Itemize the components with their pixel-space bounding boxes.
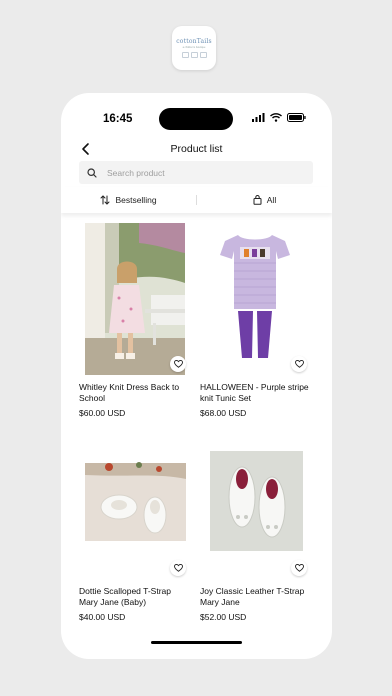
product-price: $68.00 USD (200, 408, 247, 418)
heart-icon (173, 360, 183, 368)
app-logo: cottonTails a children's boutique (172, 26, 216, 70)
logo-marks (181, 52, 207, 58)
filter-bar: Bestselling All (61, 187, 332, 213)
cellular-icon (252, 113, 265, 122)
bag-icon (253, 195, 262, 205)
brand-tagline: a children's boutique (182, 46, 206, 49)
search-icon (87, 167, 97, 178)
battery-icon (287, 113, 306, 122)
product-image[interactable] (79, 427, 189, 579)
product-image[interactable] (200, 427, 310, 579)
home-indicator[interactable] (151, 641, 242, 644)
category-filter-button[interactable]: All (197, 195, 332, 205)
product-card[interactable]: Whitley Knit Dress Back to School $60.00… (79, 223, 189, 418)
favorite-button[interactable] (170, 560, 186, 576)
product-price: $60.00 USD (79, 408, 126, 418)
sort-button[interactable]: Bestselling (61, 195, 196, 205)
product-card[interactable]: Joy Classic Leather T-Strap Mary Jane $5… (200, 427, 310, 622)
favorite-button[interactable] (291, 356, 307, 372)
purple-tunic-set-photo (200, 223, 310, 375)
product-name: Joy Classic Leather T-Strap Mary Jane (200, 586, 305, 607)
product-price: $40.00 USD (79, 612, 126, 622)
heart-icon (294, 564, 304, 572)
product-name: HALLOWEEN - Purple stripe knit Tunic Set (200, 382, 309, 403)
girl-in-dress-photo (85, 223, 185, 375)
favorite-button[interactable] (291, 560, 307, 576)
product-image[interactable] (79, 223, 189, 375)
sort-label: Bestselling (115, 195, 157, 205)
product-card[interactable]: HALLOWEEN - Purple stripe knit Tunic Set… (200, 223, 310, 418)
favorite-button[interactable] (170, 356, 186, 372)
dynamic-island (159, 108, 233, 130)
search-bar[interactable] (79, 161, 313, 184)
sort-arrows-icon (100, 195, 110, 205)
heart-icon (173, 564, 183, 572)
leather-mary-jane-shoes-photo (200, 427, 310, 579)
baby-mary-jane-shoes-photo (79, 427, 189, 579)
category-label: All (266, 195, 277, 205)
phone-frame: 16:45 Product list Search product Bestse… (61, 93, 332, 659)
status-time: 16:45 (103, 113, 133, 125)
product-name: Dottie Scalloped T-Strap Mary Jane (Baby… (79, 586, 171, 607)
search-input[interactable] (105, 166, 299, 179)
product-name: Whitley Knit Dress Back to School (79, 382, 180, 403)
page-title: Product list (170, 143, 223, 155)
product-card[interactable]: Dottie Scalloped T-Strap Mary Jane (Baby… (79, 427, 189, 622)
heart-icon (294, 360, 304, 368)
product-image[interactable] (200, 223, 310, 375)
brand-name: cottonTails (176, 38, 212, 45)
status-icons (252, 113, 306, 122)
product-price: $52.00 USD (200, 612, 247, 622)
wifi-icon (270, 113, 282, 122)
